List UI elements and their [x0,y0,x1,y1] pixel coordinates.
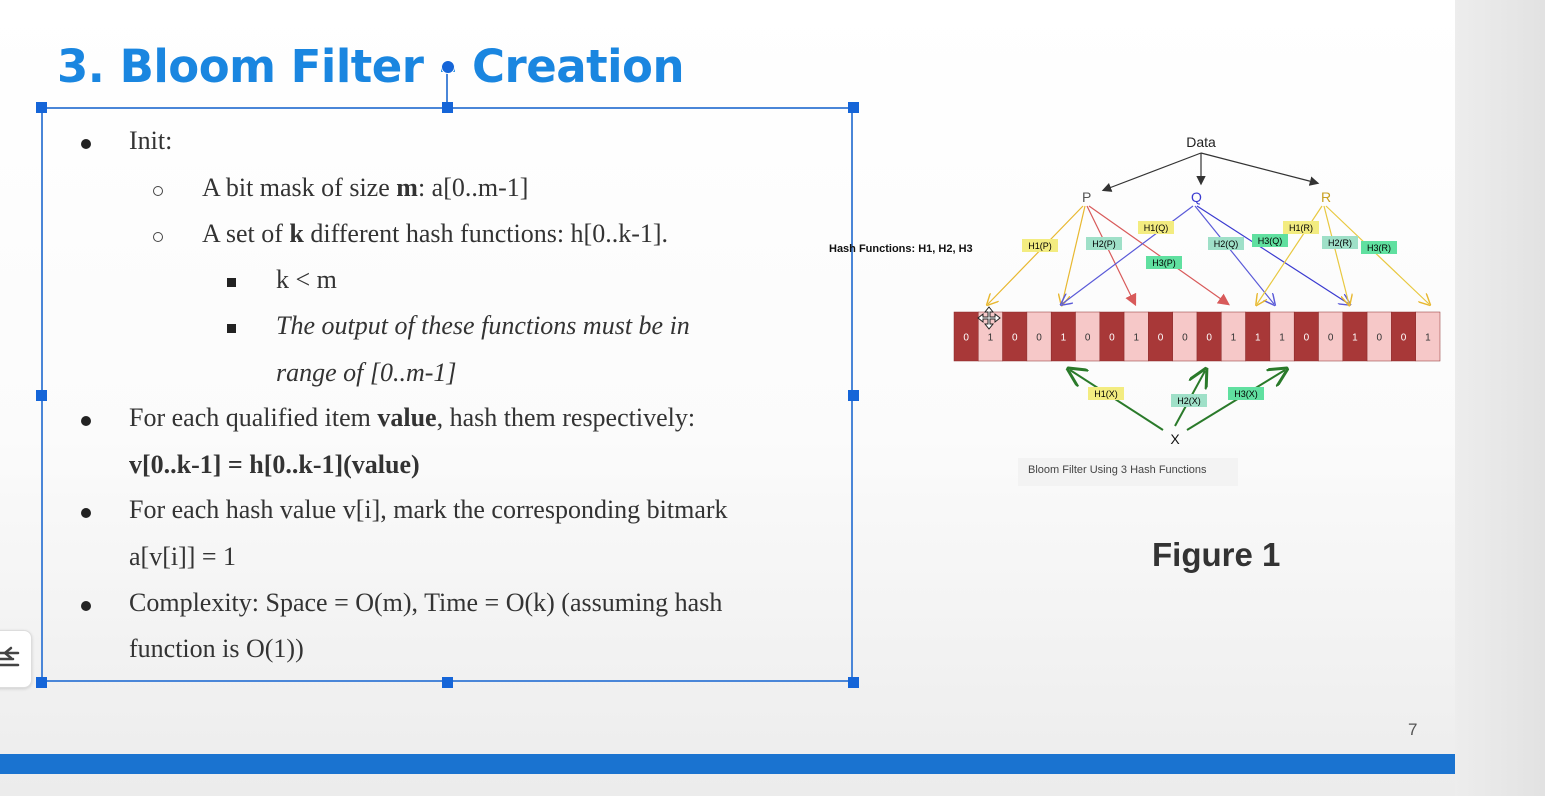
resize-handle-bottom-left[interactable] [36,677,47,688]
collapse-icon [0,646,20,667]
arrow-h1-r [1257,205,1323,304]
resize-handle-bottom-right[interactable] [848,677,859,688]
label-h1-r: H1(R) [1289,223,1313,233]
bit-value: 0 [1401,333,1407,344]
label-h3-q: H3(Q) [1258,236,1283,246]
bit-value: 1 [1352,333,1358,344]
bit-value: 0 [1036,333,1042,344]
bit-value: 1 [1255,333,1261,344]
bullet-square [227,324,236,333]
bit-value: 0 [1376,333,1382,344]
bloom-filter-diagram: Data P Q R Hash Functions: H1, H2, H3 H1… [829,134,1441,447]
resize-handle-bottom[interactable] [442,677,453,688]
rotation-handle[interactable] [441,60,455,74]
bullet-disc [81,601,91,611]
figure-caption: Bloom Filter Using 3 Hash Functions [1028,464,1207,476]
bullet-mark-bitmark-line2: a[v[i]] = 1 [129,542,237,571]
bit-value: 1 [1133,333,1139,344]
label-h2-p: H2(P) [1092,239,1116,249]
label-h2-r: H2(R) [1328,238,1352,248]
bullet-disc [81,508,91,518]
label-h3-r: H3(R) [1367,243,1391,253]
node-r: R [1321,189,1331,205]
resize-handle-left[interactable] [36,390,47,401]
bit-value: 1 [1425,333,1431,344]
collapse-panel-button[interactable] [0,630,32,688]
bit-value: 0 [1012,333,1018,344]
bullet-hash-set: A set of k different hash functions: h[0… [202,219,669,248]
slide-title: 3. Bloom Filter - Creation [57,40,685,93]
bit-array: 0 1 0 0 1 0 0 1 0 0 0 1 1 1 0 0 1 0 0 1 [953,311,1441,362]
footer-bar [0,754,1455,774]
resize-handle-top-right[interactable] [848,102,859,113]
arrow-h2-r [1323,205,1349,304]
bullet-output-range-line2: range of [0..m-1] [276,358,457,387]
bullet-qualified-item: For each qualified item value, hash them… [129,403,696,432]
bullet-disc [81,139,91,149]
arrow-h1-p [988,205,1084,304]
node-q: Q [1191,189,1202,205]
right-background-strip [1455,0,1545,796]
page-number: 7 [1408,720,1418,739]
bit-value: 0 [1158,333,1164,344]
bullet-bit-mask: A bit mask of size m: a[0..m-1] [202,173,529,202]
resize-handle-top-left[interactable] [36,102,47,113]
data-arrow-r [1200,152,1320,186]
data-label: Data [1186,134,1216,150]
hash-formula: v[0..k-1] = h[0..k-1](value) [129,450,420,479]
node-x: X [1170,431,1180,447]
bullet-init: Init: [129,126,173,155]
bit-value: 0 [1085,333,1091,344]
node-p: P [1082,189,1091,205]
arrow-h3-r [1325,205,1429,304]
bit-value: 1 [988,333,994,344]
data-arrow-p [1101,152,1202,192]
label-h1-p: H1(P) [1028,241,1052,251]
bullet-mark-bitmark-line1: For each hash value v[i], mark the corre… [129,495,728,524]
bit-value: 0 [1182,333,1188,344]
label-h3-x: H3(X) [1234,389,1258,399]
bit-value: 1 [1279,333,1285,344]
bit-value: 0 [1206,333,1212,344]
bit-value: 0 [1328,333,1334,344]
bullet-circle [153,232,163,242]
label-h2-x: H2(X) [1177,396,1201,406]
bullet-complexity-line2: function is O(1)) [129,634,304,663]
resize-handle-top[interactable] [442,102,453,113]
bit-value: 1 [1231,333,1237,344]
bullet-square [227,278,236,287]
figure-label: Figure 1 [1152,536,1281,573]
bit-value: 0 [1304,333,1310,344]
label-h1-q: H1(Q) [1144,223,1169,233]
bullet-output-range-line1: The output of these functions must be in [276,311,690,340]
label-h3-p: H3(P) [1152,258,1176,268]
bit-value: 1 [1061,333,1067,344]
hash-functions-label: Hash Functions: H1, H2, H3 [829,243,973,255]
bullet-k-lt-m: k < m [276,265,337,294]
bullet-complexity-line1: Complexity: Space = O(m), Time = O(k) (a… [129,588,723,617]
bullet-circle [153,186,163,196]
bullet-disc [81,416,91,426]
arrow-h3-q [1196,205,1349,304]
bit-value: 0 [963,333,969,344]
label-h1-x: H1(X) [1094,389,1118,399]
label-h2-q: H2(Q) [1214,239,1239,249]
bit-value: 0 [1109,333,1115,344]
